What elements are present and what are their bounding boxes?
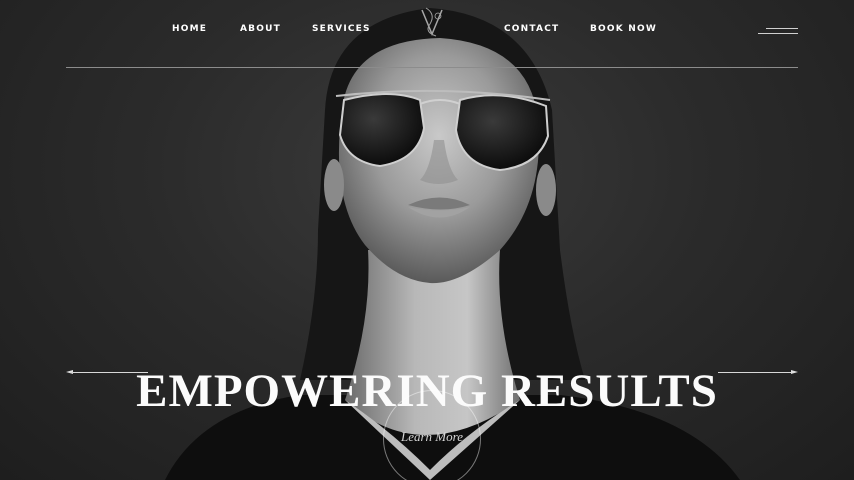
nav-link-services[interactable]: SERVICES bbox=[312, 24, 371, 34]
nav-link-book-now[interactable]: BOOK NOW bbox=[590, 24, 657, 34]
nav-link-about[interactable]: ABOUT bbox=[240, 24, 281, 34]
site-logo[interactable] bbox=[400, 4, 464, 64]
nav-link-contact[interactable]: CONTACT bbox=[504, 24, 559, 34]
nav-link-home[interactable]: HOME bbox=[172, 24, 207, 34]
menu-line bbox=[766, 28, 798, 29]
learn-more-label[interactable]: Learn More bbox=[383, 429, 481, 445]
menu-line bbox=[758, 33, 798, 34]
monogram-logo-icon bbox=[421, 7, 443, 37]
hamburger-menu-icon[interactable] bbox=[756, 24, 800, 40]
nav-divider bbox=[66, 67, 798, 68]
